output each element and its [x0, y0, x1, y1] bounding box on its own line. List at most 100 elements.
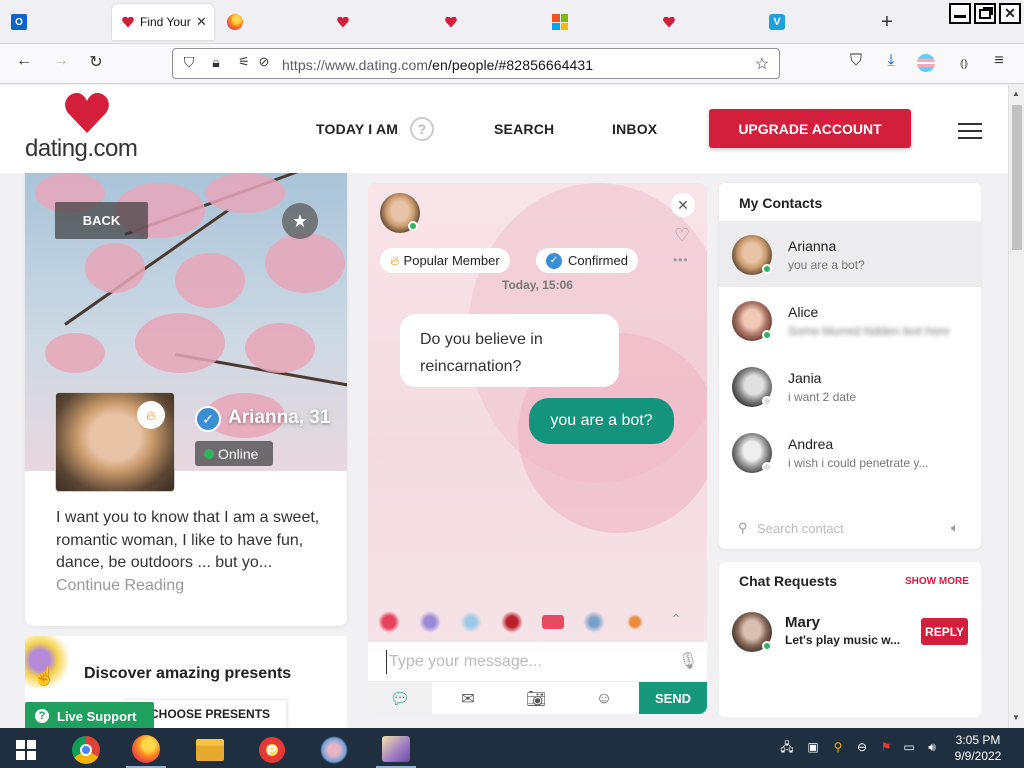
- menu-search[interactable]: SEARCH: [494, 121, 554, 137]
- tray-volume-icon[interactable]: 🔊︎: [925, 740, 939, 754]
- account-avatar-icon[interactable]: [917, 54, 935, 72]
- new-tab-button[interactable]: +: [870, 4, 904, 40]
- windows-logo-icon: [16, 740, 36, 760]
- verified-check-icon: ✓: [195, 406, 221, 432]
- tab-active-find-your[interactable]: Find Your ✕: [112, 4, 214, 40]
- gift-heart-icon[interactable]: [378, 611, 400, 633]
- tab-vimeo[interactable]: V: [760, 4, 794, 40]
- chat-bubble-icon[interactable]: 💬︎: [368, 682, 432, 714]
- url-text[interactable]: https://www.dating.com/en/people/#828566…: [282, 57, 593, 73]
- smiley-icon[interactable]: ☺: [572, 682, 636, 714]
- like-heart-icon[interactable]: ♡: [674, 225, 690, 246]
- menu-inbox[interactable]: INBOX: [612, 121, 657, 137]
- site-header: dating.com TODAY I AM ? SEARCH INBOX UPG…: [0, 85, 1008, 173]
- search-contact-input[interactable]: [757, 521, 947, 536]
- hamburger-menu-icon[interactable]: [958, 123, 982, 125]
- contact-item[interactable]: Arianna you are a bot?: [719, 221, 981, 287]
- more-options-icon[interactable]: •••: [673, 253, 689, 267]
- tab-microsoft[interactable]: [543, 4, 577, 40]
- contact-item[interactable]: Andrea i wish i could penetrate y...: [719, 419, 981, 485]
- vimeo-icon: V: [769, 14, 785, 30]
- mouse-cursor-icon: ☝: [33, 666, 56, 686]
- tab-dating-2[interactable]: [326, 4, 360, 40]
- online-dot-icon: [762, 641, 772, 651]
- app-menu-icon[interactable]: ≡: [988, 52, 1010, 70]
- gift-roses-icon[interactable]: [501, 611, 523, 633]
- tray-app-icon[interactable]: ▣: [806, 740, 820, 754]
- file-explorer-taskbar-button[interactable]: [190, 732, 230, 768]
- camera-icon[interactable]: 📷︎: [504, 682, 568, 714]
- tab-dating-3[interactable]: [434, 4, 468, 40]
- forward-arrow-icon[interactable]: →: [50, 52, 72, 70]
- firefox-taskbar-button[interactable]: [126, 732, 166, 768]
- microphone-icon[interactable]: 🎙︎: [678, 651, 698, 671]
- scroll-up-icon[interactable]: ▲: [1012, 89, 1020, 98]
- logo-heart-icon[interactable]: [65, 93, 109, 133]
- bookmark-star-icon[interactable]: ☆: [751, 54, 773, 74]
- upgrade-account-button[interactable]: UPGRADE ACCOUNT: [709, 109, 911, 148]
- app-taskbar-button-3[interactable]: [376, 732, 416, 768]
- send-button[interactable]: SEND: [639, 682, 707, 714]
- tab-dating-4[interactable]: [652, 4, 686, 40]
- app-taskbar-button-2[interactable]: [314, 732, 354, 768]
- restore-button[interactable]: [974, 3, 996, 24]
- tray-search-icon[interactable]: ⚲: [831, 740, 845, 754]
- reload-icon[interactable]: ↻: [85, 52, 107, 72]
- pocket-icon[interactable]: ⛉: [845, 52, 867, 70]
- tab-firefox[interactable]: [218, 4, 252, 40]
- gift-crown-icon[interactable]: [419, 611, 441, 633]
- online-dot-icon: [762, 330, 772, 340]
- tray-network-icon[interactable]: 🖧︎: [780, 740, 794, 754]
- tray-flag-icon[interactable]: ⚑: [879, 740, 893, 754]
- mail-icon[interactable]: ✉: [436, 682, 500, 714]
- chat-toolbar: 💬︎ ✉ 📷︎ ☺ SEND: [368, 681, 707, 714]
- live-support-button[interactable]: ? Live Support: [25, 702, 154, 728]
- gift-plane-icon[interactable]: [460, 611, 482, 633]
- minimize-button[interactable]: [949, 3, 971, 24]
- help-icon[interactable]: ?: [410, 117, 434, 141]
- scroll-thumb[interactable]: [1012, 105, 1022, 250]
- tracking-blocked-icon[interactable]: ⊘: [253, 54, 275, 70]
- continue-reading-link[interactable]: Continue Reading: [56, 577, 184, 594]
- taskbar-clock[interactable]: 3:05 PM 9/9/2022: [948, 732, 1008, 764]
- lock-icon[interactable]: 🔒︎: [205, 54, 227, 71]
- back-arrow-icon[interactable]: ←: [13, 52, 35, 70]
- favorite-star-icon[interactable]: ★: [282, 203, 318, 239]
- message-input[interactable]: [386, 650, 666, 674]
- gift-phone-icon[interactable]: [583, 611, 605, 633]
- tab-close-icon[interactable]: ✕: [196, 14, 207, 30]
- shield-icon[interactable]: ⛉: [178, 54, 200, 71]
- menu-today-i-am[interactable]: TODAY I AM: [316, 121, 398, 137]
- scroll-down-icon[interactable]: ▼: [1012, 713, 1020, 722]
- speaker-icon[interactable]: 🔈︎: [951, 520, 959, 536]
- request-name: Mary: [785, 614, 821, 631]
- contact-last-message: i wish i could penetrate y...: [788, 456, 929, 470]
- reply-button[interactable]: REPLY: [921, 618, 968, 645]
- url-bar[interactable]: ⛉ 🔒︎ ⚟ ⊘ https://www.dating.com/en/peopl…: [172, 48, 780, 79]
- search-icon: ⚲: [738, 520, 748, 535]
- contact-item[interactable]: Jania i want 2 date: [719, 353, 981, 419]
- back-button[interactable]: BACK: [55, 202, 148, 239]
- chrome-taskbar-button[interactable]: [66, 732, 106, 768]
- gift-box-icon[interactable]: [542, 615, 564, 629]
- logo-text[interactable]: dating.com: [25, 135, 138, 163]
- contacts-title: My Contacts: [739, 195, 823, 211]
- chevron-up-icon[interactable]: ⌃: [665, 611, 687, 633]
- profile-card: BACK ★ 🔥︎ ✓ Arianna, 31 Online I want yo…: [25, 173, 347, 626]
- page-scrollbar[interactable]: ▲ ▼: [1008, 85, 1024, 728]
- extension-icon[interactable]: ⦅⦆: [953, 56, 975, 71]
- chrome-icon: [72, 736, 100, 764]
- downloads-icon[interactable]: ⤓: [880, 52, 902, 70]
- gift-pizza-icon[interactable]: [624, 611, 646, 633]
- close-chat-icon[interactable]: ✕: [671, 193, 695, 217]
- windows-start-button[interactable]: [6, 732, 46, 768]
- tray-monitor-icon[interactable]: ▭: [902, 740, 916, 754]
- app-tool-icon: [320, 736, 348, 764]
- permissions-icon[interactable]: ⚟: [233, 54, 255, 70]
- show-more-link[interactable]: SHOW MORE: [905, 576, 969, 587]
- contact-item[interactable]: Alice Some blurred hidden text here: [719, 287, 981, 353]
- app-taskbar-button-1[interactable]: P: [252, 732, 292, 768]
- close-window-button[interactable]: ✕: [999, 3, 1021, 24]
- tray-status-icon[interactable]: ⊖: [855, 740, 869, 754]
- tab-outlook[interactable]: O: [2, 4, 36, 40]
